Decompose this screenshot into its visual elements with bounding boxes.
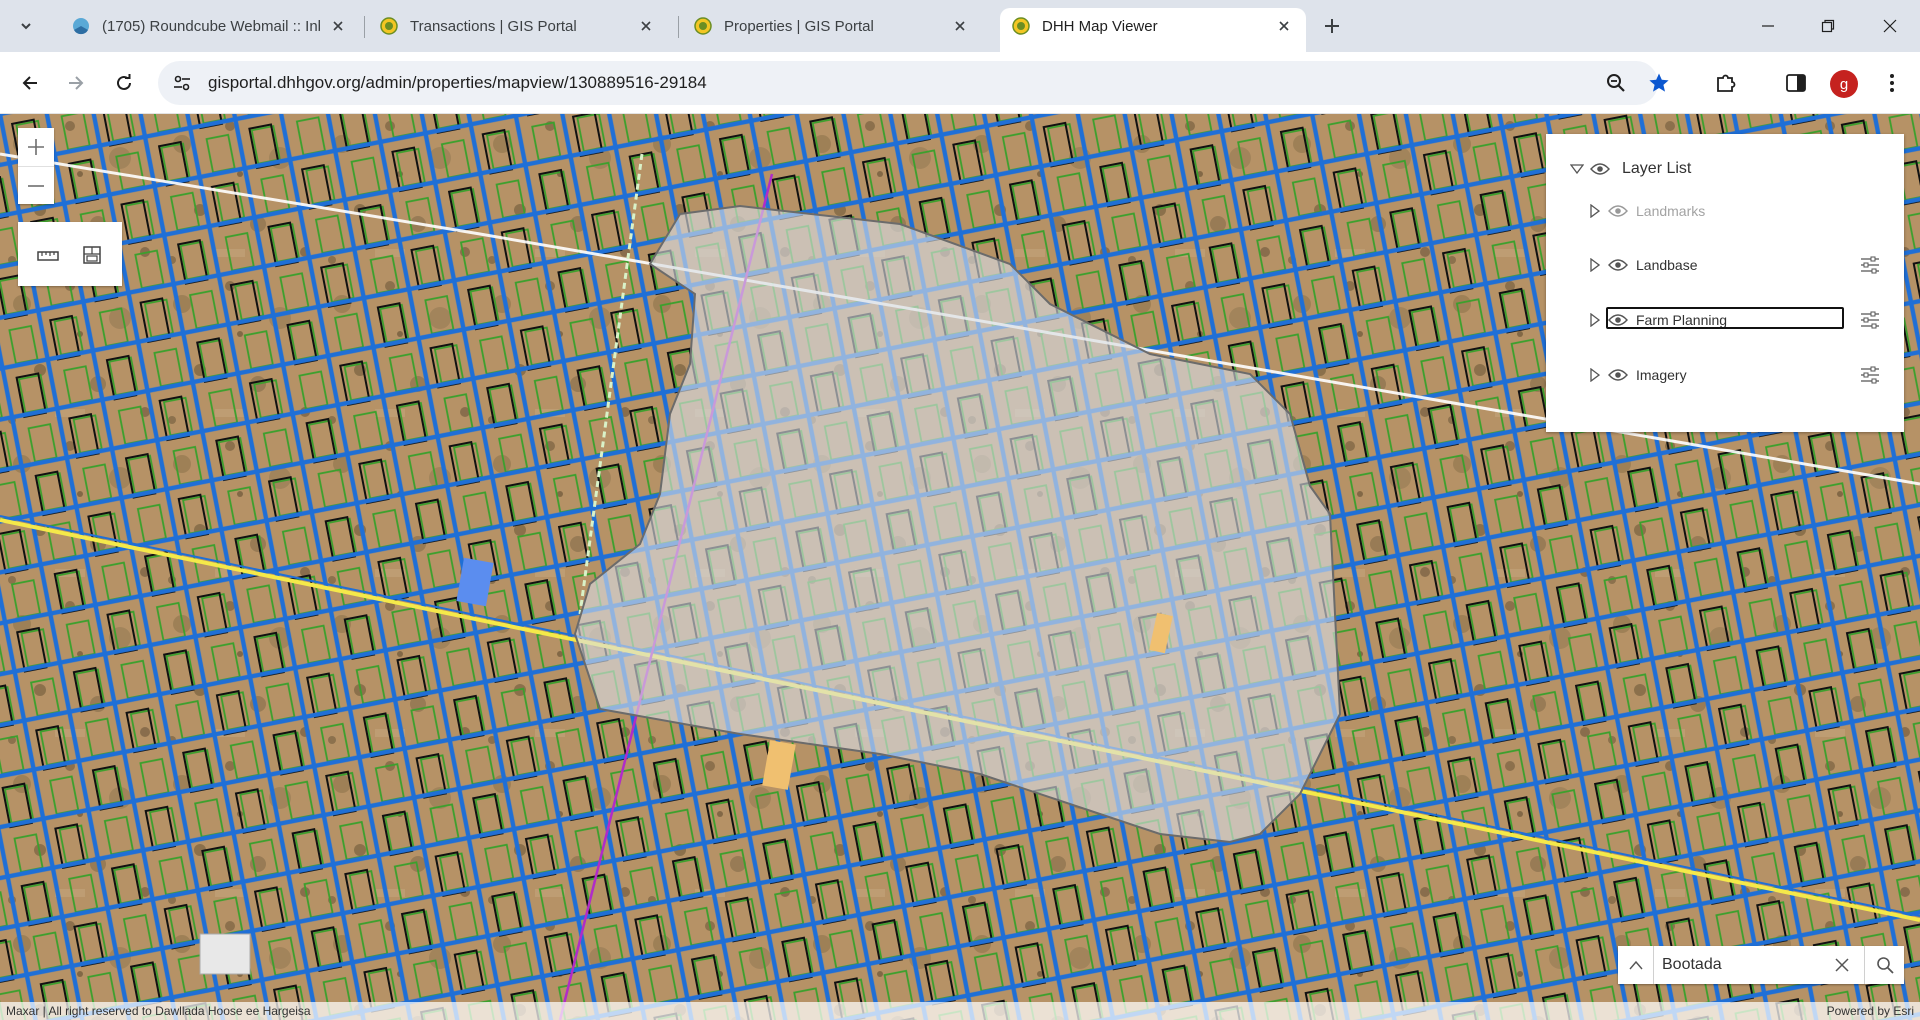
zoom-in-button[interactable] <box>18 128 54 166</box>
attribution-text: Maxar | All right reserved to Dawllada H… <box>6 1004 311 1018</box>
tab-transactions[interactable]: Transactions | GIS Portal <box>368 8 668 52</box>
expand-triangle-icon[interactable] <box>1590 258 1604 272</box>
profile-avatar[interactable]: g <box>1830 70 1858 98</box>
tab-title: Properties | GIS Portal <box>724 17 874 35</box>
area-measure-icon <box>83 246 101 264</box>
close-icon <box>1883 19 1897 33</box>
ruler-icon <box>37 251 59 261</box>
puzzle-icon <box>1717 74 1736 92</box>
restore-icon <box>1821 19 1835 33</box>
eye-icon[interactable] <box>1590 162 1610 176</box>
powered-by-esri[interactable]: Powered by Esri <box>1827 1004 1914 1018</box>
layer-options-icon[interactable] <box>1860 256 1880 274</box>
close-icon[interactable] <box>328 16 348 36</box>
layer-item-farm-planning[interactable]: Farm Planning <box>1590 307 1886 333</box>
roundcube-icon <box>72 17 90 35</box>
focus-ring <box>1606 307 1844 329</box>
gis-portal-icon <box>1012 17 1030 35</box>
search-icon <box>1876 957 1894 974</box>
expand-triangle-icon[interactable] <box>1590 313 1604 327</box>
url-text[interactable]: gisportal.dhhgov.org/admin/properties/ma… <box>208 73 707 93</box>
restore-button[interactable] <box>1800 0 1856 52</box>
browser-menu-button[interactable] <box>1876 67 1908 99</box>
layer-name: Landbase <box>1636 257 1698 273</box>
browser-toolbar: gisportal.dhhgov.org/admin/properties/ma… <box>0 52 1920 114</box>
layer-item-imagery[interactable]: Imagery <box>1590 362 1886 388</box>
tab-strip: (1705) Roundcube Webmail :: Inbox Transa… <box>0 0 1920 52</box>
layer-list-header[interactable]: Layer List <box>1570 160 1691 178</box>
layer-item-landbase[interactable]: Landbase <box>1590 252 1886 278</box>
building-compound <box>199 933 251 975</box>
window-close-button[interactable] <box>1862 0 1918 52</box>
map-search-widget: Bootada <box>1618 946 1904 984</box>
collapse-triangle-icon[interactable] <box>1570 164 1584 174</box>
layer-options-icon[interactable] <box>1860 311 1880 329</box>
measure-distance-button[interactable] <box>30 238 66 272</box>
layer-item-landmarks[interactable]: Landmarks <box>1590 198 1886 224</box>
tab-title: (1705) Roundcube Webmail :: Inbox <box>102 17 320 35</box>
minimize-button[interactable] <box>1740 0 1796 52</box>
layer-name: Imagery <box>1636 367 1687 383</box>
tab-separator <box>678 16 679 38</box>
tab-dhh-map-viewer[interactable]: DHH Map Viewer <box>1000 8 1306 52</box>
zoom-out-button[interactable] <box>18 166 54 204</box>
layer-options-icon[interactable] <box>1860 366 1880 384</box>
search-submit-button[interactable] <box>1864 946 1904 984</box>
eye-icon[interactable] <box>1608 204 1630 218</box>
measure-area-button[interactable] <box>74 238 110 272</box>
tab-title: Transactions | GIS Portal <box>410 17 577 35</box>
tab-roundcube[interactable]: (1705) Roundcube Webmail :: Inbox <box>60 8 360 52</box>
minus-icon <box>28 184 44 187</box>
tab-search-button[interactable] <box>10 10 42 42</box>
measure-toolbar <box>18 222 122 286</box>
kebab-menu-icon <box>1890 74 1894 92</box>
reload-icon <box>117 74 131 90</box>
tab-properties[interactable]: Properties | GIS Portal <box>682 8 982 52</box>
side-panel-button[interactable] <box>1780 67 1812 99</box>
layer-list-panel: Layer List Landmarks Landbase Farm Plann… <box>1546 134 1904 432</box>
extensions-button[interactable] <box>1710 67 1742 99</box>
map-attribution: Maxar | All right reserved to Dawllada H… <box>0 1002 1920 1020</box>
gis-portal-icon <box>380 17 398 35</box>
plus-icon <box>1325 19 1339 33</box>
chevron-down-icon <box>21 23 31 30</box>
zoom-icon[interactable] <box>1604 71 1628 95</box>
layer-name: Landmarks <box>1636 203 1706 219</box>
expand-triangle-icon[interactable] <box>1590 368 1604 382</box>
close-icon[interactable] <box>950 16 970 36</box>
forward-button[interactable] <box>60 67 92 99</box>
close-icon[interactable] <box>636 16 656 36</box>
new-tab-button[interactable] <box>1318 12 1346 40</box>
eye-icon[interactable] <box>1608 368 1630 382</box>
map-view[interactable]: Layer List Landmarks Landbase Farm Plann… <box>0 114 1920 1020</box>
tab-separator <box>364 16 365 38</box>
side-panel-icon <box>1786 74 1806 92</box>
site-info-icon[interactable] <box>170 71 194 95</box>
close-icon <box>1835 958 1849 972</box>
chevron-up-icon <box>1628 960 1643 970</box>
search-clear-button[interactable] <box>1832 955 1852 975</box>
tab-title: DHH Map Viewer <box>1042 17 1158 35</box>
address-bar[interactable]: gisportal.dhhgov.org/admin/properties/ma… <box>158 61 1658 105</box>
star-icon <box>1649 73 1669 92</box>
layer-list-title: Layer List <box>1622 160 1692 177</box>
reload-button[interactable] <box>108 67 140 99</box>
back-button[interactable] <box>14 67 46 99</box>
plus-icon <box>28 139 44 155</box>
eye-icon[interactable] <box>1608 258 1630 272</box>
gis-portal-icon <box>694 17 712 35</box>
close-icon[interactable] <box>1274 16 1294 36</box>
expand-triangle-icon[interactable] <box>1590 204 1604 218</box>
bookmark-star-button[interactable] <box>1643 67 1675 99</box>
search-source-toggle[interactable] <box>1618 946 1654 984</box>
arrow-right-icon <box>69 76 84 90</box>
zoom-control <box>18 128 54 204</box>
minimize-icon <box>1762 25 1774 27</box>
arrow-left-icon <box>22 76 37 90</box>
search-input[interactable]: Bootada <box>1662 956 1722 974</box>
